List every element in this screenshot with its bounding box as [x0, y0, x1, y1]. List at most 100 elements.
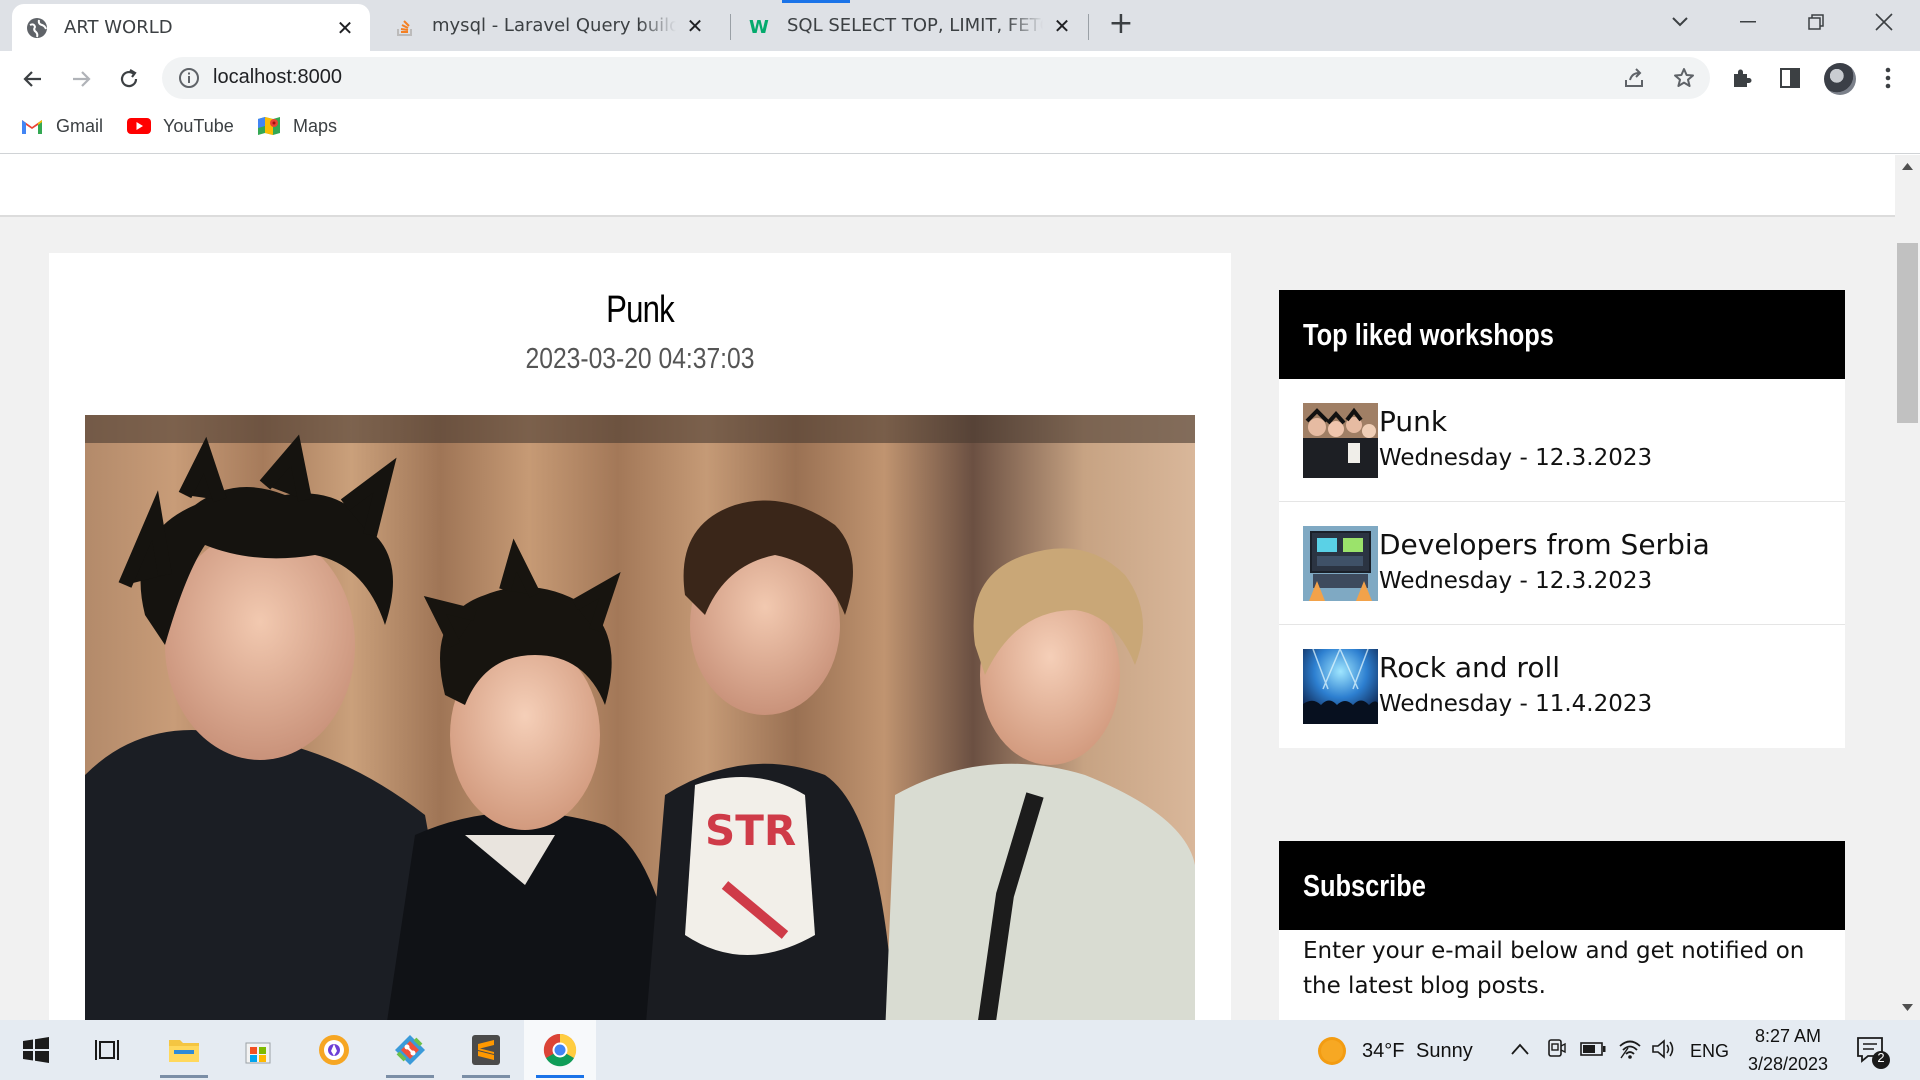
post-date: 2023-03-20 04:37:03: [525, 343, 755, 375]
running-indicator: [386, 1075, 434, 1078]
widget-heading: Subscribe: [1279, 841, 1845, 930]
weather-condition[interactable]: Sunny: [1416, 1040, 1473, 1063]
running-indicator: [536, 1075, 584, 1078]
workshop-name[interactable]: Rock and roll: [1379, 651, 1560, 684]
volume-icon[interactable]: [1651, 1038, 1677, 1060]
url-text[interactable]: localhost:8000: [213, 66, 342, 89]
sublime-text-icon: [472, 1035, 500, 1065]
workshop-date: Wednesday - 12.3.2023: [1379, 445, 1653, 471]
side-panel-icon[interactable]: [1776, 64, 1804, 92]
w3schools-icon: W: [749, 15, 771, 37]
close-icon[interactable]: ✕: [334, 16, 356, 40]
running-indicator: [462, 1075, 510, 1078]
minimize-button[interactable]: [1718, 0, 1778, 44]
bookmark-maps[interactable]: Maps: [257, 114, 337, 138]
post-image: STR: [85, 415, 1195, 1020]
close-window-button[interactable]: [1854, 0, 1914, 44]
taskbar-git[interactable]: [374, 1020, 446, 1080]
bookmark-label: Gmail: [56, 115, 104, 136]
tab-w3schools[interactable]: W SQL SELECT TOP, LIMIT, FETCH FI ✕: [735, 0, 1087, 51]
start-button[interactable]: [0, 1020, 72, 1080]
subscribe-description: Enter your e-mail below and get notified…: [1303, 938, 1805, 999]
bookmark-label: YouTube: [163, 115, 234, 136]
workshop-item[interactable]: Developers from Serbia Wednesday - 12.3.…: [1279, 502, 1845, 625]
tab-separator: [730, 14, 731, 40]
scrollbar-thumb[interactable]: [1897, 243, 1918, 423]
folder-icon: [169, 1040, 199, 1062]
clock-date[interactable]: 3/28/2023: [1744, 1054, 1832, 1075]
running-indicator: [160, 1075, 208, 1078]
git-icon: [395, 1035, 425, 1065]
tab-title: ART WORLD: [64, 17, 173, 38]
weather-temp[interactable]: 34°F: [1362, 1040, 1404, 1063]
tab-title: mysql - Laravel Query builder - so: [432, 15, 676, 36]
share-icon[interactable]: [1622, 66, 1646, 90]
reload-button[interactable]: [112, 62, 146, 96]
weather-sun-icon[interactable]: [1316, 1035, 1348, 1067]
taskbar-file-explorer[interactable]: [148, 1020, 220, 1080]
extensions-icon[interactable]: [1728, 64, 1756, 92]
chrome-icon: [543, 1033, 577, 1067]
restore-button[interactable]: [1786, 0, 1846, 44]
post-card: Punk 2023-03-20 04:37:03 STR: [49, 253, 1231, 1020]
clock-time[interactable]: 8:27 AM: [1754, 1026, 1822, 1047]
maps-icon: [258, 117, 280, 135]
top-liked-workshops-widget: Top liked workshops Punk Wednesday - 12.…: [1279, 290, 1845, 748]
workshop-thumbnail: [1303, 526, 1378, 601]
tab-separator: [1088, 14, 1089, 40]
close-icon[interactable]: ✕: [1051, 14, 1073, 38]
taskbar-chrome[interactable]: [524, 1020, 596, 1080]
page-viewport: Punk 2023-03-20 04:37:03 STR Top liked w…: [0, 155, 1895, 1020]
address-bar[interactable]: localhost:8000: [162, 57, 1710, 99]
workshop-thumbnail: [1303, 649, 1378, 724]
store-icon: [245, 1042, 271, 1064]
stackoverflow-icon: [394, 15, 416, 37]
tab-stackoverflow[interactable]: mysql - Laravel Query builder - so ✕: [380, 0, 720, 51]
svg-text:W: W: [749, 17, 769, 37]
scroll-up-arrow-icon[interactable]: [1900, 160, 1915, 172]
svg-text:STR: STR: [705, 806, 796, 855]
menu-kebab-icon[interactable]: [1874, 64, 1902, 92]
notification-center-button[interactable]: 2: [1852, 1030, 1892, 1070]
show-hidden-icons-icon[interactable]: [1510, 1042, 1530, 1056]
meet-now-icon[interactable]: [1545, 1038, 1567, 1060]
workshop-item[interactable]: Punk Wednesday - 12.3.2023: [1279, 379, 1845, 502]
taskbar-microsoft-store[interactable]: [222, 1020, 294, 1080]
task-view-button[interactable]: [72, 1020, 144, 1080]
gmail-icon: [22, 120, 42, 134]
bookmark-star-icon[interactable]: [1672, 66, 1696, 90]
workshop-name[interactable]: Developers from Serbia: [1379, 528, 1710, 561]
close-icon[interactable]: ✕: [684, 14, 706, 38]
site-header: [0, 155, 1895, 217]
workshop-name[interactable]: Punk: [1379, 405, 1447, 438]
tab-art-world[interactable]: ART WORLD ✕: [12, 4, 370, 51]
post-title: Punk: [606, 289, 675, 331]
site-info-icon[interactable]: [178, 67, 200, 89]
tab-search-icon[interactable]: [1650, 0, 1710, 44]
forward-button[interactable]: [64, 62, 98, 96]
tab-title: SQL SELECT TOP, LIMIT, FETCH FI: [787, 15, 1043, 36]
bookmark-youtube[interactable]: YouTube: [127, 114, 234, 138]
input-language[interactable]: ENG: [1690, 1041, 1729, 1062]
browser-app-icon: [319, 1035, 349, 1065]
bookmark-gmail[interactable]: Gmail: [20, 114, 103, 138]
new-tab-button[interactable]: +: [1106, 9, 1136, 40]
workshop-date: Wednesday - 11.4.2023: [1379, 691, 1653, 717]
workshop-date: Wednesday - 12.3.2023: [1379, 568, 1653, 594]
globe-icon: [26, 17, 48, 39]
wifi-icon[interactable]: [1618, 1038, 1642, 1060]
battery-icon[interactable]: [1580, 1042, 1606, 1056]
profile-avatar[interactable]: [1824, 63, 1856, 95]
windows-logo-icon: [23, 1037, 49, 1063]
scroll-down-arrow-icon[interactable]: [1900, 1002, 1915, 1014]
task-view-icon: [95, 1040, 119, 1060]
back-button[interactable]: [16, 62, 50, 96]
workshop-item[interactable]: Rock and roll Wednesday - 11.4.2023: [1279, 625, 1845, 748]
taskbar-brave[interactable]: [298, 1020, 370, 1080]
bookmark-label: Maps: [293, 115, 338, 136]
widget-heading: Top liked workshops: [1279, 290, 1845, 379]
notification-count-badge: 2: [1877, 1050, 1885, 1065]
youtube-icon: [127, 118, 151, 134]
taskbar-sublime-text[interactable]: [450, 1020, 522, 1080]
subscribe-widget: Subscribe Enter your e-mail below and ge…: [1279, 841, 1845, 1020]
